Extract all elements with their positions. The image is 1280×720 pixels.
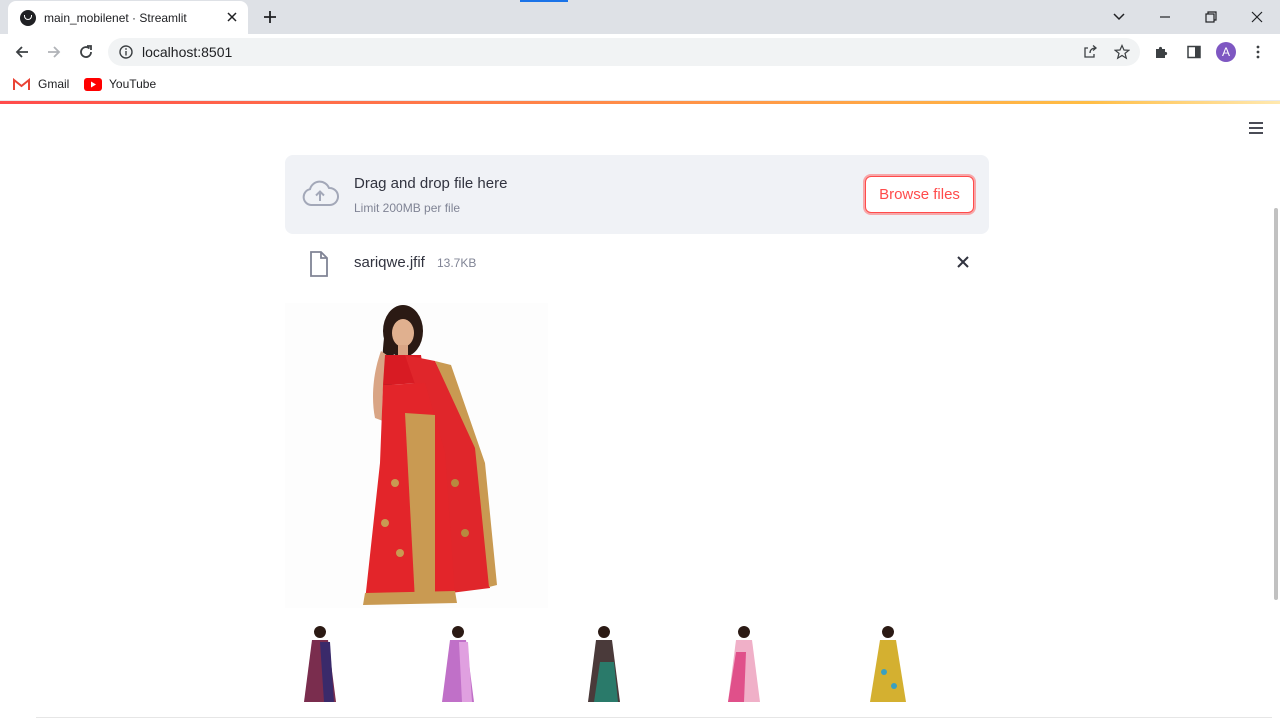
- hamburger-menu-icon[interactable]: [1248, 121, 1264, 135]
- saree-thumbnail-3: [588, 626, 620, 702]
- streamlit-header-decoration: [0, 101, 1280, 104]
- red-saree-image: [285, 303, 548, 608]
- bookmark-youtube[interactable]: YouTube: [109, 77, 156, 91]
- tab-search-icon[interactable]: [1109, 7, 1129, 27]
- saree-thumbnail-5: [870, 626, 906, 702]
- tab-loading-indicator: [520, 0, 568, 2]
- forward-arrow-icon[interactable]: [44, 42, 64, 62]
- address-bar[interactable]: [108, 38, 1140, 66]
- side-panel-icon[interactable]: [1186, 44, 1202, 60]
- page-bottom-divider: [36, 717, 1272, 718]
- streamlit-favicon-icon: [20, 9, 36, 26]
- delete-file-icon[interactable]: [954, 253, 972, 271]
- saree-thumbnail-1: [304, 626, 336, 702]
- profile-avatar[interactable]: A: [1216, 42, 1236, 62]
- bookmarks-bar: [0, 70, 1280, 101]
- saree-thumbnail-2: [442, 626, 474, 702]
- share-icon[interactable]: [1082, 44, 1098, 60]
- restore-icon[interactable]: [1201, 7, 1221, 27]
- bookmark-star-icon[interactable]: [1114, 44, 1130, 60]
- more-menu-icon[interactable]: [1250, 44, 1266, 60]
- cloud-upload-icon: [302, 180, 339, 206]
- browse-files-button[interactable]: Browse files: [865, 176, 974, 213]
- bookmark-gmail[interactable]: Gmail: [38, 77, 69, 91]
- gmail-icon[interactable]: [13, 78, 30, 91]
- saree-thumbnail-4: [728, 626, 760, 702]
- browser-tab[interactable]: main_mobilenet · Streamlit: [8, 1, 248, 34]
- reload-icon[interactable]: [76, 42, 96, 62]
- minimize-icon[interactable]: [1155, 7, 1175, 27]
- youtube-icon[interactable]: [84, 78, 102, 91]
- dropzone-limit: Limit 200MB per file: [354, 201, 461, 215]
- uploaded-file-name: sariqwe.jfif: [354, 254, 425, 271]
- site-info-icon[interactable]: [118, 44, 134, 60]
- scrollbar-thumb[interactable]: [1274, 208, 1278, 600]
- tab-close-icon[interactable]: [224, 9, 240, 25]
- back-arrow-icon[interactable]: [12, 42, 32, 62]
- extensions-puzzle-icon[interactable]: [1154, 44, 1170, 60]
- new-tab-icon[interactable]: [262, 9, 278, 25]
- window-close-icon[interactable]: [1247, 7, 1267, 27]
- url-text[interactable]: localhost:8501: [142, 44, 232, 60]
- file-icon: [310, 251, 328, 277]
- dropzone-title: Drag and drop file here: [354, 175, 508, 192]
- uploaded-file-size: 13.7KB: [437, 256, 477, 270]
- tab-title: main_mobilenet · Streamlit: [44, 10, 187, 25]
